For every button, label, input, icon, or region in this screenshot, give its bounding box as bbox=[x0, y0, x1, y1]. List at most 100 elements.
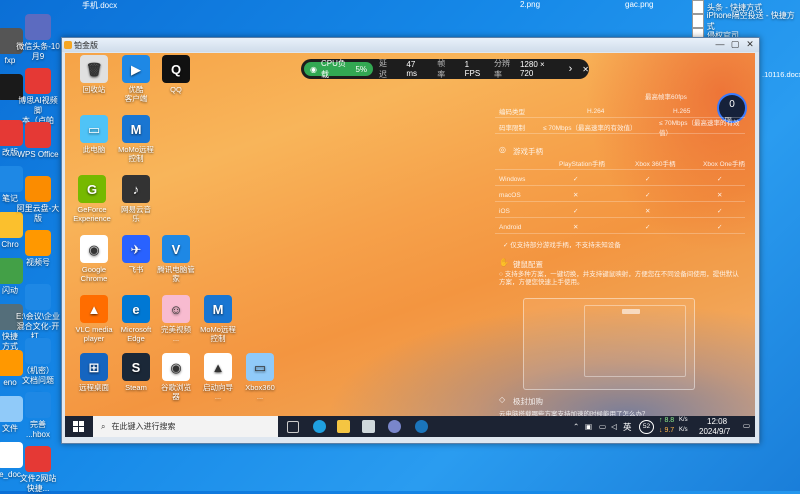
desktop-icon-label: Steam bbox=[125, 383, 147, 392]
keymap-desc: ○ 支持多种方案，一键切换，并支持键鼠映射，方便您在不同设备间使用，提供默认方案… bbox=[499, 271, 739, 286]
desktop-icon[interactable]: ◉ 谷歌浏览 器 bbox=[153, 353, 199, 401]
app-icon: Q bbox=[162, 55, 190, 83]
steam-icon[interactable] bbox=[415, 420, 428, 433]
outer-top-label-1[interactable]: 手机.docx bbox=[82, 0, 117, 11]
desktop-icon-label: 此电脑 bbox=[82, 145, 106, 154]
icon-glyph: ▲ bbox=[87, 301, 101, 317]
windows-start-icon[interactable] bbox=[73, 421, 84, 432]
app-icon: ▭ bbox=[246, 353, 274, 381]
tray-app-icon[interactable]: ▣ bbox=[585, 422, 592, 431]
outer-desktop-icon[interactable]: 阿里云盘-大 版 bbox=[16, 176, 60, 224]
app-icon: ☺ bbox=[162, 295, 190, 323]
tray-volume-icon[interactable]: ◁ bbox=[611, 422, 617, 431]
close-button[interactable]: ✕ bbox=[743, 39, 757, 50]
tray-network-icon[interactable]: ▭ bbox=[599, 422, 606, 431]
stream-close-icon[interactable]: ✕ bbox=[582, 65, 589, 74]
clock-time[interactable]: 12:08 bbox=[707, 417, 727, 426]
edge-icon[interactable] bbox=[313, 420, 326, 433]
outer-right-doc[interactable]: .10116.docx bbox=[762, 70, 800, 79]
icon-glyph: ◉ bbox=[88, 241, 100, 257]
app-icon: 🗑 bbox=[80, 55, 108, 83]
icon-glyph: ▲ bbox=[211, 359, 225, 375]
app-icon: ◉ bbox=[80, 235, 108, 263]
desktop-icon[interactable]: Q QQ bbox=[153, 55, 199, 94]
app-icon bbox=[25, 122, 51, 148]
outer-desktop-icon[interactable]: 完善 ...hbox bbox=[16, 392, 60, 440]
shortcut-iphone[interactable]: iPhone隔空投送 - 快捷方式 bbox=[692, 11, 800, 31]
file-icon bbox=[692, 0, 704, 14]
tray-badge[interactable]: 52 bbox=[639, 420, 654, 434]
latency-label: 延迟 bbox=[379, 59, 388, 79]
minimize-button[interactable]: — bbox=[713, 39, 727, 50]
icon-glyph: S bbox=[131, 359, 141, 375]
desktop-icon-label: Microsoft Edge bbox=[120, 325, 152, 343]
tray-lang[interactable]: 英 bbox=[623, 421, 632, 433]
desktop-icon[interactable]: 🗑 回收站 bbox=[71, 55, 117, 94]
app-icon bbox=[25, 446, 51, 472]
cpu-load-badge: ◉ CPU负载 5% bbox=[304, 59, 374, 79]
latency-value: 47 ms bbox=[406, 60, 418, 78]
desktop-icon[interactable]: ☺ 完美视频 ... bbox=[153, 295, 199, 343]
icon-glyph: Q bbox=[170, 61, 182, 77]
gamepad-row: iOS ✓ ✕ ✓ bbox=[495, 205, 745, 218]
icon-glyph: ◉ bbox=[170, 359, 182, 375]
desktop-icon-label: Xbox360 ... bbox=[245, 383, 275, 401]
desktop-icon[interactable]: ◉ Google Chrome bbox=[71, 235, 117, 283]
remote-taskbar: ⌕ 在此键入进行搜索 ⌃ ▣ ▭ ◁ 英 52 ↑ 8.8 ↓ 9.7 K/s … bbox=[65, 416, 755, 437]
app-icon bbox=[25, 176, 51, 202]
stream-toolbar: ◉ CPU负载 5% 延迟 47 ms 帧率 1 FPS 分辨率 1280 × … bbox=[301, 59, 589, 79]
outer-desktop-icon[interactable]: E:\会议\企业 混合文化-开 打... bbox=[16, 284, 60, 342]
remote-screen[interactable]: 🗑 回收站 ▶ 优酷 客户端 Q QQ ▭ 此电脑 M MoMo远程 控制 G GeForce Exp… bbox=[65, 53, 755, 437]
gamepad-icon: ◎ bbox=[499, 145, 506, 154]
search-icon: ⌕ bbox=[101, 421, 106, 431]
window-titlebar[interactable]: 铂金版 — ▢ ✕ bbox=[62, 38, 759, 52]
file-explorer-icon[interactable] bbox=[337, 420, 350, 433]
desktop-icon[interactable]: ▭ Xbox360 ... bbox=[237, 353, 283, 401]
app-icon: V bbox=[162, 235, 190, 263]
overlay-top-row: 最高帧率60fps bbox=[645, 94, 687, 101]
maximize-button[interactable]: ▢ bbox=[728, 39, 742, 50]
outer-top-label-3[interactable]: gac.png bbox=[625, 0, 653, 9]
net-down: ↓ 9.7 bbox=[659, 427, 675, 434]
desktop-icon[interactable]: G GeForce Experience bbox=[69, 175, 115, 223]
fps-label: 帧率 bbox=[437, 59, 446, 79]
outer-desktop-icon[interactable]: （机密） 文档问题 ... bbox=[16, 338, 60, 396]
remote-app-icon[interactable] bbox=[362, 420, 375, 433]
outer-top-label-2[interactable]: 2.png bbox=[520, 0, 540, 9]
desktop-icon[interactable]: ▲ 启动向导 ... bbox=[195, 353, 241, 401]
outer-desktop-icon[interactable]: WPS Office bbox=[16, 122, 60, 160]
window-title: 铂金版 bbox=[74, 41, 98, 50]
desktop-icon[interactable]: ▭ 此电脑 bbox=[71, 115, 117, 154]
fps-value: 1 FPS bbox=[464, 60, 481, 78]
notification-icon[interactable]: ▭ bbox=[743, 421, 750, 430]
search-placeholder: 在此键入进行搜索 bbox=[111, 422, 176, 431]
settings-icon[interactable] bbox=[388, 420, 401, 433]
chevron-right-icon[interactable]: › bbox=[569, 63, 573, 75]
desktop-icon-label: GeForce Experience bbox=[73, 205, 111, 223]
desktop-icon[interactable]: ♪ 网易云音 乐 bbox=[113, 175, 159, 223]
desktop-icon[interactable]: ⊞ 远程桌面 bbox=[71, 353, 117, 392]
desktop-icon-label: Google Chrome bbox=[80, 265, 108, 283]
outer-icon-label: 微信头条-10 月9 bbox=[16, 42, 60, 61]
task-view-icon[interactable] bbox=[287, 421, 299, 433]
desktop-icon-label: 优酷 客户端 bbox=[124, 85, 148, 103]
app-icon bbox=[25, 14, 51, 40]
app-icon: ✈ bbox=[122, 235, 150, 263]
app-icon bbox=[25, 230, 51, 256]
info-overlay: 最高帧率60fps 0 ms 编码类型 H.264 H.265 码率限制 ≤ 7… bbox=[495, 73, 755, 418]
tray-chevron-icon[interactable]: ⌃ bbox=[573, 422, 579, 431]
outer-desktop-icon[interactable]: 视频号 bbox=[16, 230, 60, 268]
outer-desktop-icon[interactable]: 微信头条-10 月9 bbox=[16, 14, 60, 62]
clock-date[interactable]: 2024/9/7 bbox=[699, 427, 730, 436]
desktop-icon[interactable]: V 腾讯电脑管 家 bbox=[153, 235, 199, 283]
gamepad-row: Android ✕ ✓ ✓ bbox=[495, 221, 745, 234]
app-icon bbox=[25, 392, 51, 418]
taskbar-search[interactable]: ⌕ 在此键入进行搜索 bbox=[93, 416, 278, 437]
desktop-icon[interactable]: M MoMo远程 控制 bbox=[113, 115, 159, 163]
outer-icon-label: eno bbox=[3, 378, 17, 387]
desktop-icon[interactable]: ▲ VLC media player bbox=[71, 295, 117, 343]
app-icon: ⊞ bbox=[80, 353, 108, 381]
desktop-icon-label: QQ bbox=[170, 85, 182, 94]
desktop-icon[interactable]: M MoMo远程 控制 bbox=[195, 295, 241, 343]
app-icon bbox=[25, 284, 51, 310]
